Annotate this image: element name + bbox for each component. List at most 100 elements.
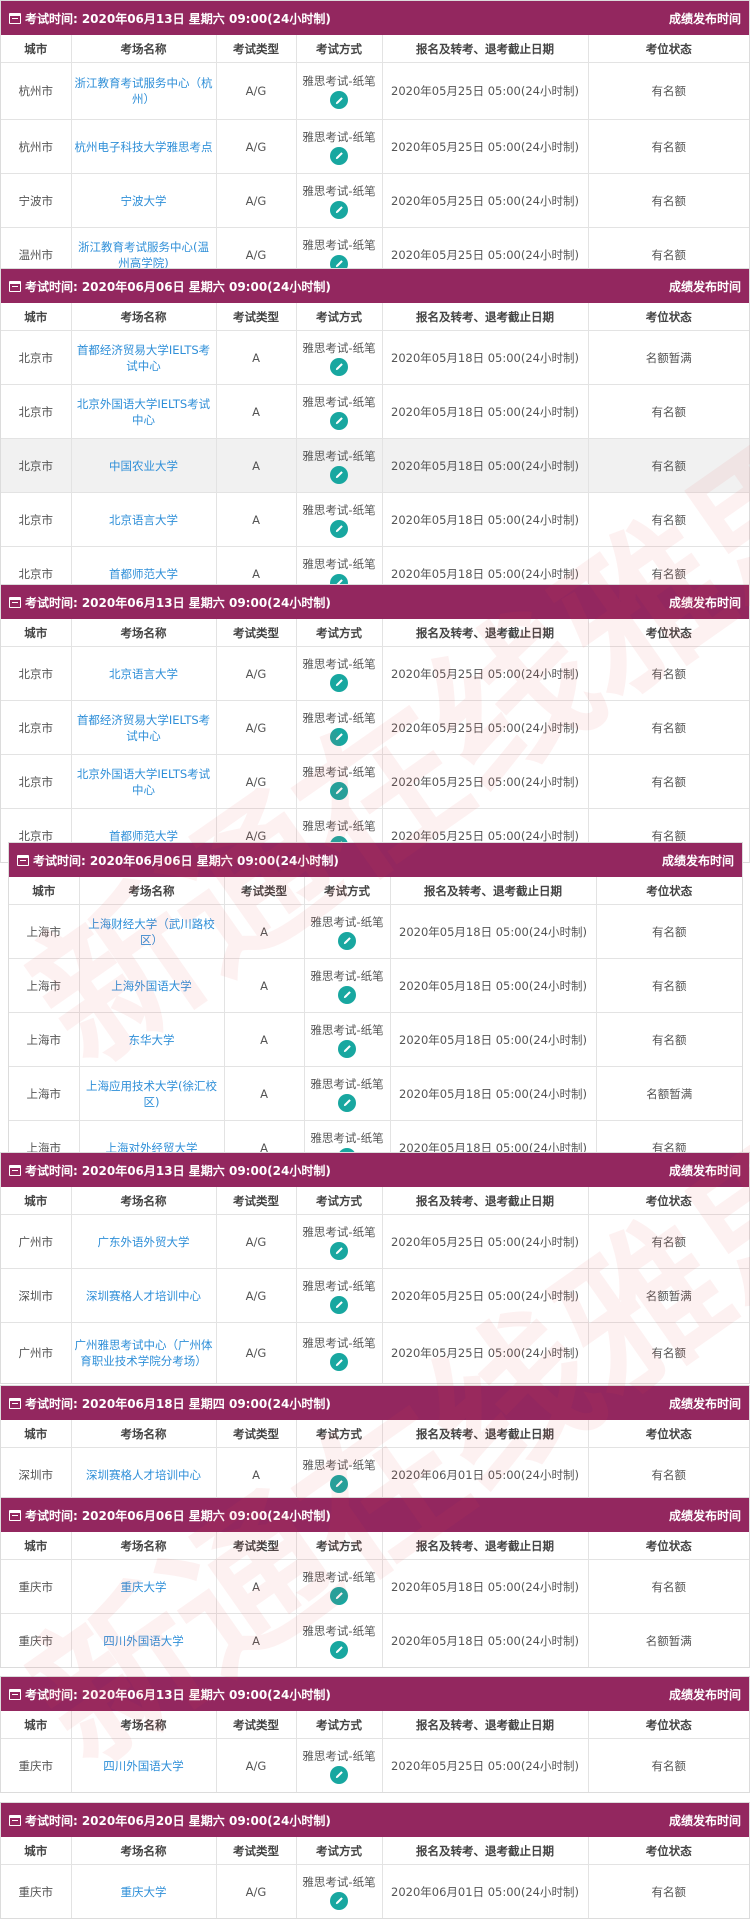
venue-link[interactable]: 重庆大学 <box>71 1864 217 1918</box>
column-header: 考试类型 <box>216 1711 297 1739</box>
column-header: 考试类型 <box>224 877 305 905</box>
score-release-link[interactable]: 成绩发布时间 <box>669 278 741 295</box>
pencil-icon[interactable] <box>330 411 348 430</box>
pencil-icon[interactable] <box>330 357 348 376</box>
pencil-icon[interactable] <box>338 1039 356 1058</box>
score-release-link[interactable]: 成绩发布时间 <box>669 1162 741 1179</box>
exam-session-card-3: 考试时间: 2020年06月13日 星期六 09:00(24小时制) 成绩发布时… <box>0 584 750 863</box>
exam-method-cell: 雅思考试-纸笔 <box>296 1214 383 1269</box>
exam-time-label: 考试时间: <box>25 1163 78 1178</box>
exam-type-cell: A/G <box>216 1738 297 1792</box>
score-release-link[interactable]: 成绩发布时间 <box>669 10 741 27</box>
column-header: 考场名称 <box>71 35 217 63</box>
city-cell: 北京市 <box>1 492 72 547</box>
venue-link[interactable]: 北京外国语大学IELTS考试中心 <box>71 384 217 439</box>
score-release-link[interactable]: 成绩发布时间 <box>669 1395 741 1412</box>
pencil-icon[interactable] <box>330 1353 348 1371</box>
exam-session-card-5: 考试时间: 2020年06月13日 星期六 09:00(24小时制) 成绩发布时… <box>0 1152 750 1384</box>
deadline-cell: 2020年05月18日 05:00(24小时制) <box>382 1559 589 1614</box>
pencil-icon[interactable] <box>330 1640 348 1659</box>
venue-link[interactable]: 上海财经大学（武川路校区） <box>79 904 225 959</box>
calendar-icon <box>9 1164 21 1176</box>
venue-link[interactable]: 首都经济贸易大学IELTS考试中心 <box>71 700 217 755</box>
pencil-icon[interactable] <box>330 519 348 538</box>
venue-link[interactable]: 中国农业大学 <box>71 438 217 493</box>
deadline-cell: 2020年05月18日 05:00(24小时制) <box>382 330 589 385</box>
pencil-icon[interactable] <box>330 91 348 109</box>
session-header: 考试时间: 2020年06月06日 星期六 09:00(24小时制) 成绩发布时… <box>1 269 749 303</box>
exam-method-cell: 雅思考试-纸笔 <box>296 330 383 385</box>
venue-link[interactable]: 四川外国语大学 <box>71 1613 217 1667</box>
venue-link[interactable]: 北京语言大学 <box>71 646 217 701</box>
venue-link[interactable]: 东华大学 <box>79 1012 225 1067</box>
venue-link[interactable]: 宁波大学 <box>71 173 217 228</box>
exam-method-text: 雅思考试-纸笔 <box>302 183 376 198</box>
pencil-icon[interactable] <box>330 1891 348 1910</box>
venue-link[interactable]: 北京外国语大学IELTS考试中心 <box>71 754 217 809</box>
pencil-icon[interactable] <box>338 931 356 950</box>
venue-link[interactable]: 深圳赛格人才培训中心 <box>71 1447 217 1501</box>
seat-status-cell: 有名额 <box>596 904 742 959</box>
exam-type-cell: A <box>216 492 297 547</box>
exam-time-value: 2020年06月06日 星期六 09:00(24小时制) <box>89 853 339 868</box>
venue-table: 城市 考场名称 考试类型 考试方式 报名及转考、退考截止日期 考位状态 广州市 广东外语外贸… <box>1 1187 749 1383</box>
pencil-icon[interactable] <box>330 1765 348 1784</box>
exam-time-label: 考试时间: <box>25 595 78 610</box>
exam-type-cell: A/G <box>216 1214 297 1269</box>
deadline-cell: 2020年05月18日 05:00(24小时制) <box>382 1613 589 1667</box>
exam-session-card-4: 考试时间: 2020年06月06日 星期六 09:00(24小时制) 成绩发布时… <box>8 842 743 1175</box>
pencil-icon[interactable] <box>330 1295 348 1314</box>
venue-link[interactable]: 杭州电子科技大学雅思考点 <box>71 119 217 174</box>
pencil-icon[interactable] <box>338 1093 356 1112</box>
venue-link[interactable]: 首都经济贸易大学IELTS考试中心 <box>71 330 217 385</box>
pencil-icon[interactable] <box>330 1586 348 1605</box>
city-cell: 重庆市 <box>1 1613 72 1667</box>
venue-link[interactable]: 广州雅思考试中心（广州体育职业技术学院分考场） <box>71 1322 217 1383</box>
pencil-icon[interactable] <box>330 727 348 746</box>
venue-link[interactable]: 上海应用技术大学(徐汇校区) <box>79 1066 225 1121</box>
pencil-icon[interactable] <box>330 146 348 165</box>
venue-link[interactable]: 四川外国语大学 <box>71 1738 217 1792</box>
column-header: 城市 <box>1 1420 72 1448</box>
column-header: 考位状态 <box>588 1711 749 1739</box>
deadline-cell: 2020年06月01日 05:00(24小时制) <box>382 1447 589 1501</box>
pencil-icon[interactable] <box>330 1474 348 1493</box>
venue-link[interactable]: 深圳赛格人才培训中心 <box>71 1268 217 1323</box>
score-release-link[interactable]: 成绩发布时间 <box>669 1686 741 1703</box>
pencil-icon[interactable] <box>330 200 348 219</box>
exam-type-cell: A <box>224 958 305 1013</box>
column-header: 考位状态 <box>588 1532 749 1560</box>
exam-type-cell: A <box>216 330 297 385</box>
session-header: 考试时间: 2020年06月13日 星期六 09:00(24小时制) 成绩发布时… <box>1 1 749 35</box>
seat-status-cell: 名额暂满 <box>588 330 749 385</box>
table-row: 北京市 北京外国语大学IELTS考试中心 A/G 雅思考试-纸笔 2020年05月25日… <box>1 754 749 809</box>
seat-status-cell: 有名额 <box>596 1012 742 1067</box>
deadline-cell: 2020年05月25日 05:00(24小时制) <box>382 700 589 755</box>
exam-time-value: 2020年06月13日 星期六 09:00(24小时制) <box>81 1163 331 1178</box>
city-cell: 杭州市 <box>1 119 72 174</box>
pencil-icon[interactable] <box>330 1241 348 1260</box>
pencil-icon[interactable] <box>338 985 356 1004</box>
column-header: 报名及转考、退考截止日期 <box>382 1420 589 1448</box>
city-cell: 深圳市 <box>1 1447 72 1501</box>
column-header: 报名及转考、退考截止日期 <box>382 1532 589 1560</box>
venue-link[interactable]: 重庆大学 <box>71 1559 217 1614</box>
pencil-icon[interactable] <box>330 673 348 692</box>
pencil-icon[interactable] <box>330 781 348 800</box>
pencil-icon[interactable] <box>330 465 348 484</box>
score-release-link[interactable]: 成绩发布时间 <box>669 1812 741 1829</box>
exam-method-cell: 雅思考试-纸笔 <box>296 700 383 755</box>
score-release-link[interactable]: 成绩发布时间 <box>662 852 734 869</box>
venue-link[interactable]: 浙江教育考试服务中心（杭州） <box>71 62 217 120</box>
exam-method-text: 雅思考试-纸笔 <box>302 340 376 355</box>
exam-method-text: 雅思考试-纸笔 <box>310 1076 384 1091</box>
venue-link[interactable]: 上海外国语大学 <box>79 958 225 1013</box>
score-release-link[interactable]: 成绩发布时间 <box>669 594 741 611</box>
exam-method-text: 雅思考试-纸笔 <box>302 1336 376 1350</box>
column-header: 报名及转考、退考截止日期 <box>382 303 589 331</box>
score-release-link[interactable]: 成绩发布时间 <box>669 1507 741 1524</box>
venue-link[interactable]: 北京语言大学 <box>71 492 217 547</box>
venue-link[interactable]: 广东外语外贸大学 <box>71 1214 217 1269</box>
table-header-row: 城市 考场名称 考试类型 考试方式 报名及转考、退考截止日期 考位状态 <box>1 1837 749 1865</box>
column-header: 考试方式 <box>296 303 383 331</box>
